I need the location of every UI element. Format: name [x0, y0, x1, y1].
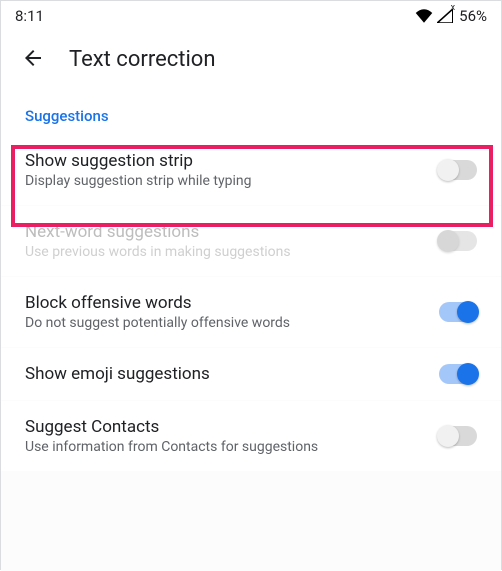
wifi-icon: [415, 9, 433, 23]
section-label-suggestions: Suggestions: [1, 87, 501, 135]
toggle-show-emoji-suggestions[interactable]: [439, 364, 477, 384]
row-show-suggestion-strip[interactable]: Show suggestion strip Display suggestion…: [1, 135, 501, 205]
row-next-word-suggestions: Next-word suggestions Use previous words…: [1, 206, 501, 276]
toggle-block-offensive-words[interactable]: [439, 302, 477, 322]
row-subtitle: Display suggestion strip while typing: [25, 173, 423, 189]
row-title: Show suggestion strip: [25, 151, 423, 171]
row-show-emoji-suggestions[interactable]: Show emoji suggestions: [1, 348, 501, 400]
row-block-offensive-words[interactable]: Block offensive words Do not suggest pot…: [1, 277, 501, 347]
row-title: Block offensive words: [25, 293, 423, 313]
status-bar: 8:11 x 56%: [1, 1, 501, 31]
status-time: 8:11: [15, 7, 44, 25]
status-right: x 56%: [415, 7, 487, 25]
battery-text: 56%: [459, 7, 487, 25]
toggle-show-suggestion-strip[interactable]: [439, 160, 477, 180]
toggle-suggest-contacts[interactable]: [439, 426, 477, 446]
row-title: Next-word suggestions: [25, 222, 423, 242]
row-subtitle: Do not suggest potentially offensive wor…: [25, 315, 423, 331]
row-subtitle: Use previous words in making suggestions: [25, 244, 423, 260]
row-title: Suggest Contacts: [25, 417, 423, 437]
row-title: Show emoji suggestions: [25, 364, 423, 384]
back-button[interactable]: [11, 37, 55, 81]
settings-content: Suggestions Show suggestion strip Displa…: [1, 87, 501, 571]
toggle-next-word-suggestions: [439, 231, 477, 251]
page-title: Text correction: [69, 47, 216, 72]
app-header: Text correction: [1, 31, 501, 87]
row-subtitle: Use information from Contacts for sugges…: [25, 439, 423, 455]
arrow-left-icon: [21, 46, 45, 73]
row-suggest-contacts[interactable]: Suggest Contacts Use information from Co…: [1, 401, 501, 471]
cell-signal-icon: x: [437, 9, 453, 23]
